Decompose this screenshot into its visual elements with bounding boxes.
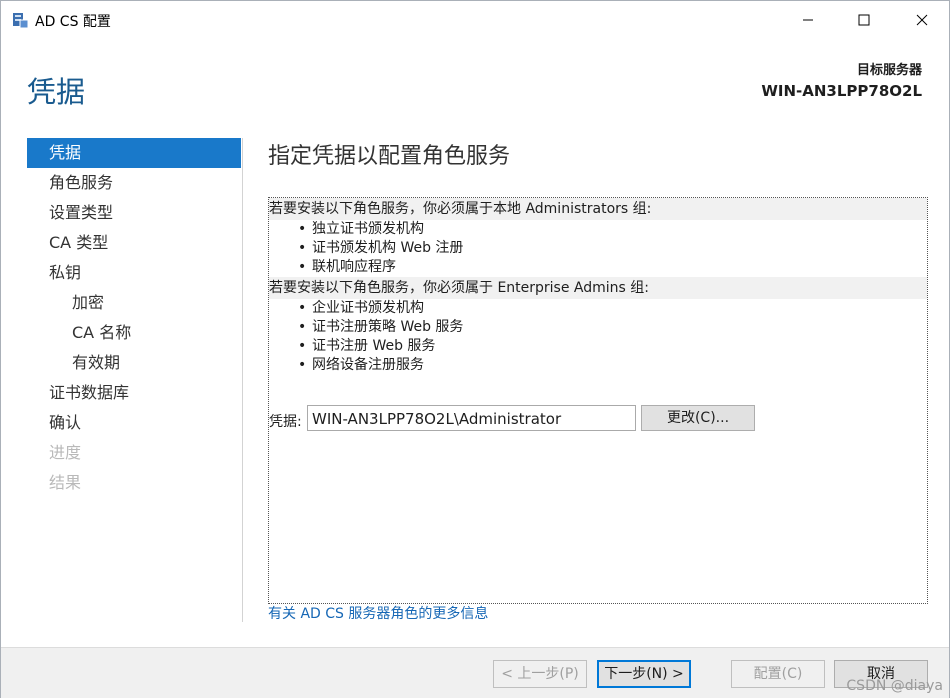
list-item: 证书注册策略 Web 服务 — [269, 318, 927, 337]
nav-item-confirmation[interactable]: 确认 — [27, 408, 241, 438]
nav-item-private-key[interactable]: 私钥 — [27, 258, 241, 288]
configure-button[interactable]: 配置(C) — [731, 660, 825, 688]
local-admins-services-list: 独立证书颁发机构 证书颁发机构 Web 注册 联机响应程序 — [269, 220, 927, 277]
credentials-row: 凭据: WIN-AN3LPP78O2L\Administrator 更改(C).… — [269, 405, 927, 435]
window-title: AD CS 配置 — [35, 14, 111, 30]
list-item: 网络设备注册服务 — [269, 356, 927, 375]
nav-item-ca-name[interactable]: CA 名称 — [27, 318, 241, 348]
wizard-navigation: 凭据 角色服务 设置类型 CA 类型 私钥 加密 CA 名称 有效期 证书数据库… — [27, 138, 241, 498]
close-button[interactable] — [899, 1, 945, 39]
watermark-text: CSDN @diaya — [846, 678, 943, 694]
credentials-panel: 若要安装以下角色服务，你必须属于本地 Administrators 组: 独立证… — [268, 197, 928, 604]
nav-item-ca-type[interactable]: CA 类型 — [27, 228, 241, 258]
nav-item-validity-period[interactable]: 有效期 — [27, 348, 241, 378]
title-bar[interactable]: AD CS 配置 — [1, 1, 949, 39]
close-icon — [916, 14, 928, 26]
minimize-button[interactable] — [785, 1, 831, 39]
wizard-footer: < 上一步(P) 下一步(N) > 配置(C) 取消 CSDN @diaya — [1, 647, 949, 698]
list-item: 证书注册 Web 服务 — [269, 337, 927, 356]
minimize-icon — [803, 19, 813, 21]
enterprise-admins-services-list: 企业证书颁发机构 证书注册策略 Web 服务 证书注册 Web 服务 网络设备注… — [269, 299, 927, 375]
ad-cs-configuration-window: AD CS 配置 凭据 目标服务器 WIN-AN3LPP78O2L 凭据 角色服… — [0, 0, 950, 698]
nav-item-results: 结果 — [49, 473, 82, 492]
list-item: 联机响应程序 — [269, 258, 927, 277]
server-manager-icon — [13, 13, 29, 29]
nav-item-cryptography[interactable]: 加密 — [27, 288, 241, 318]
nav-divider — [242, 138, 243, 622]
change-credentials-button[interactable]: 更改(C)... — [641, 405, 755, 431]
enterprise-admins-text: 若要安装以下角色服务，你必须属于 Enterprise Admins 组: — [269, 277, 927, 299]
nav-item-credentials[interactable]: 凭据 — [27, 138, 241, 168]
content-title: 指定凭据以配置角色服务 — [268, 144, 511, 169]
nav-item-certificate-database[interactable]: 证书数据库 — [27, 378, 241, 408]
maximize-icon — [858, 14, 870, 26]
more-info-link[interactable]: 有关 AD CS 服务器角色的更多信息 — [268, 603, 488, 623]
nav-item-role-services[interactable]: 角色服务 — [27, 168, 241, 198]
credentials-label: 凭据: — [269, 414, 302, 430]
list-item: 独立证书颁发机构 — [269, 220, 927, 239]
target-server-name: WIN-AN3LPP78O2L — [761, 82, 922, 100]
list-item: 证书颁发机构 Web 注册 — [269, 239, 927, 258]
target-server-label: 目标服务器 — [856, 63, 922, 78]
nav-item-setup-type[interactable]: 设置类型 — [27, 198, 241, 228]
page-title: 凭据 — [27, 75, 86, 109]
local-admins-text: 若要安装以下角色服务，你必须属于本地 Administrators 组: — [269, 198, 927, 220]
previous-button[interactable]: < 上一步(P) — [493, 660, 587, 688]
credentials-field[interactable]: WIN-AN3LPP78O2L\Administrator — [307, 405, 636, 431]
next-button[interactable]: 下一步(N) > — [597, 660, 691, 688]
list-item: 企业证书颁发机构 — [269, 299, 927, 318]
maximize-button[interactable] — [841, 1, 887, 39]
nav-item-progress: 进度 — [49, 443, 82, 462]
